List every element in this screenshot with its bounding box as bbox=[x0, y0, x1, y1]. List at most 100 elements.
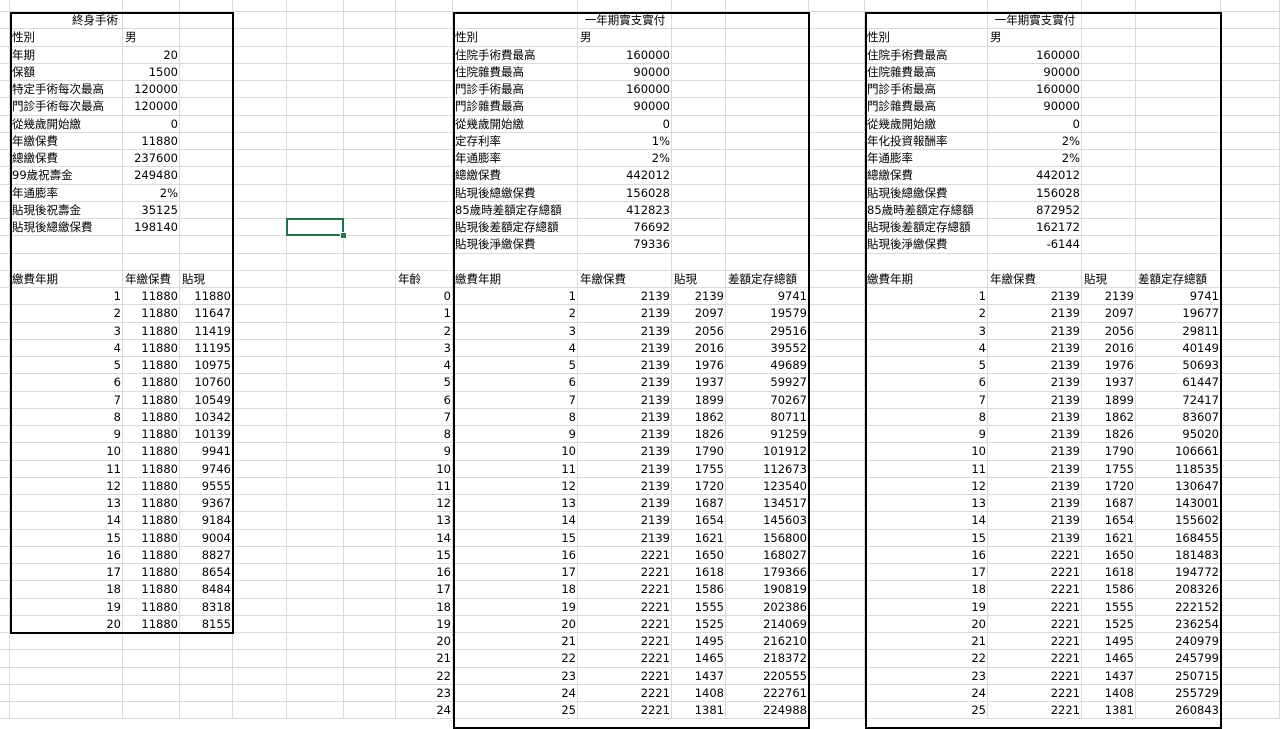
cell[interactable] bbox=[1221, 81, 1280, 98]
cell[interactable] bbox=[726, 254, 809, 271]
cell[interactable] bbox=[809, 185, 865, 202]
cell[interactable] bbox=[180, 202, 233, 219]
cell[interactable] bbox=[344, 702, 396, 719]
cell[interactable] bbox=[344, 47, 396, 64]
cell[interactable] bbox=[726, 167, 809, 185]
cell[interactable] bbox=[233, 64, 287, 81]
cell[interactable] bbox=[287, 409, 344, 426]
cell[interactable] bbox=[180, 219, 233, 236]
cell[interactable] bbox=[233, 461, 287, 478]
cell[interactable] bbox=[287, 650, 344, 668]
cell[interactable] bbox=[1221, 185, 1280, 202]
cell[interactable] bbox=[1082, 133, 1136, 150]
cell[interactable] bbox=[233, 633, 287, 650]
cell[interactable] bbox=[344, 12, 396, 29]
cell[interactable] bbox=[180, 650, 233, 668]
cell[interactable] bbox=[726, 98, 809, 116]
cell[interactable] bbox=[233, 702, 287, 719]
cell[interactable] bbox=[233, 581, 287, 599]
cell[interactable] bbox=[0, 47, 10, 64]
cell[interactable] bbox=[287, 323, 344, 340]
cell[interactable] bbox=[0, 374, 10, 392]
cell[interactable] bbox=[0, 495, 10, 512]
cell[interactable] bbox=[233, 47, 287, 64]
cell[interactable] bbox=[809, 116, 865, 133]
cell[interactable] bbox=[233, 116, 287, 133]
cell[interactable] bbox=[1221, 616, 1280, 633]
cell[interactable] bbox=[344, 392, 396, 409]
cell[interactable] bbox=[809, 495, 865, 512]
cell[interactable] bbox=[726, 202, 809, 219]
cell[interactable] bbox=[1221, 668, 1280, 685]
cell[interactable] bbox=[0, 599, 10, 616]
cell[interactable] bbox=[287, 271, 344, 288]
cell[interactable] bbox=[672, 167, 726, 185]
cell[interactable] bbox=[0, 254, 10, 271]
cell[interactable] bbox=[809, 47, 865, 64]
cell[interactable] bbox=[344, 167, 396, 185]
cell[interactable] bbox=[10, 633, 123, 650]
cell[interactable] bbox=[233, 185, 287, 202]
cell[interactable] bbox=[865, 0, 988, 12]
cell[interactable] bbox=[0, 357, 10, 374]
cell[interactable] bbox=[287, 47, 344, 64]
cell[interactable] bbox=[287, 202, 344, 219]
cell[interactable] bbox=[344, 29, 396, 47]
cell[interactable] bbox=[809, 340, 865, 357]
cell[interactable] bbox=[287, 443, 344, 461]
cell[interactable] bbox=[233, 512, 287, 530]
cell[interactable] bbox=[0, 150, 10, 167]
cell[interactable] bbox=[396, 29, 453, 47]
cell[interactable] bbox=[1136, 98, 1221, 116]
cell[interactable] bbox=[10, 668, 123, 685]
cell[interactable] bbox=[672, 98, 726, 116]
cell[interactable] bbox=[287, 288, 344, 305]
cell[interactable] bbox=[344, 650, 396, 668]
cell[interactable] bbox=[344, 530, 396, 547]
cell[interactable] bbox=[287, 547, 344, 564]
cell[interactable] bbox=[1221, 633, 1280, 650]
cell[interactable] bbox=[180, 150, 233, 167]
cell[interactable] bbox=[10, 254, 123, 271]
cell[interactable] bbox=[1082, 202, 1136, 219]
cell[interactable] bbox=[865, 12, 988, 29]
cell[interactable] bbox=[1082, 81, 1136, 98]
cell[interactable] bbox=[0, 547, 10, 564]
cell[interactable] bbox=[0, 236, 10, 254]
cell[interactable] bbox=[809, 167, 865, 185]
cell[interactable] bbox=[344, 323, 396, 340]
cell[interactable] bbox=[672, 236, 726, 254]
cell[interactable] bbox=[0, 271, 10, 288]
cell[interactable] bbox=[233, 12, 287, 29]
cell[interactable] bbox=[180, 633, 233, 650]
cell[interactable] bbox=[672, 185, 726, 202]
cell[interactable] bbox=[0, 512, 10, 530]
cell[interactable] bbox=[0, 409, 10, 426]
cell[interactable] bbox=[1221, 202, 1280, 219]
cell[interactable] bbox=[809, 202, 865, 219]
cell[interactable] bbox=[180, 167, 233, 185]
cell[interactable] bbox=[287, 98, 344, 116]
cell[interactable] bbox=[1221, 702, 1280, 719]
cell[interactable] bbox=[344, 685, 396, 702]
cell[interactable] bbox=[1082, 47, 1136, 64]
cell[interactable] bbox=[809, 64, 865, 81]
cell[interactable] bbox=[1221, 374, 1280, 392]
cell[interactable] bbox=[233, 271, 287, 288]
cell[interactable] bbox=[233, 426, 287, 443]
cell[interactable] bbox=[180, 12, 233, 29]
cell[interactable] bbox=[287, 633, 344, 650]
cell[interactable] bbox=[233, 564, 287, 581]
cell[interactable] bbox=[1136, 47, 1221, 64]
cell[interactable] bbox=[287, 133, 344, 150]
cell[interactable] bbox=[287, 185, 344, 202]
cell[interactable] bbox=[1221, 512, 1280, 530]
cell[interactable] bbox=[233, 599, 287, 616]
cell[interactable] bbox=[287, 478, 344, 495]
cell[interactable] bbox=[0, 461, 10, 478]
cell[interactable] bbox=[233, 323, 287, 340]
cell[interactable] bbox=[287, 305, 344, 323]
cell[interactable] bbox=[287, 512, 344, 530]
cell[interactable] bbox=[344, 64, 396, 81]
cell[interactable] bbox=[1221, 564, 1280, 581]
